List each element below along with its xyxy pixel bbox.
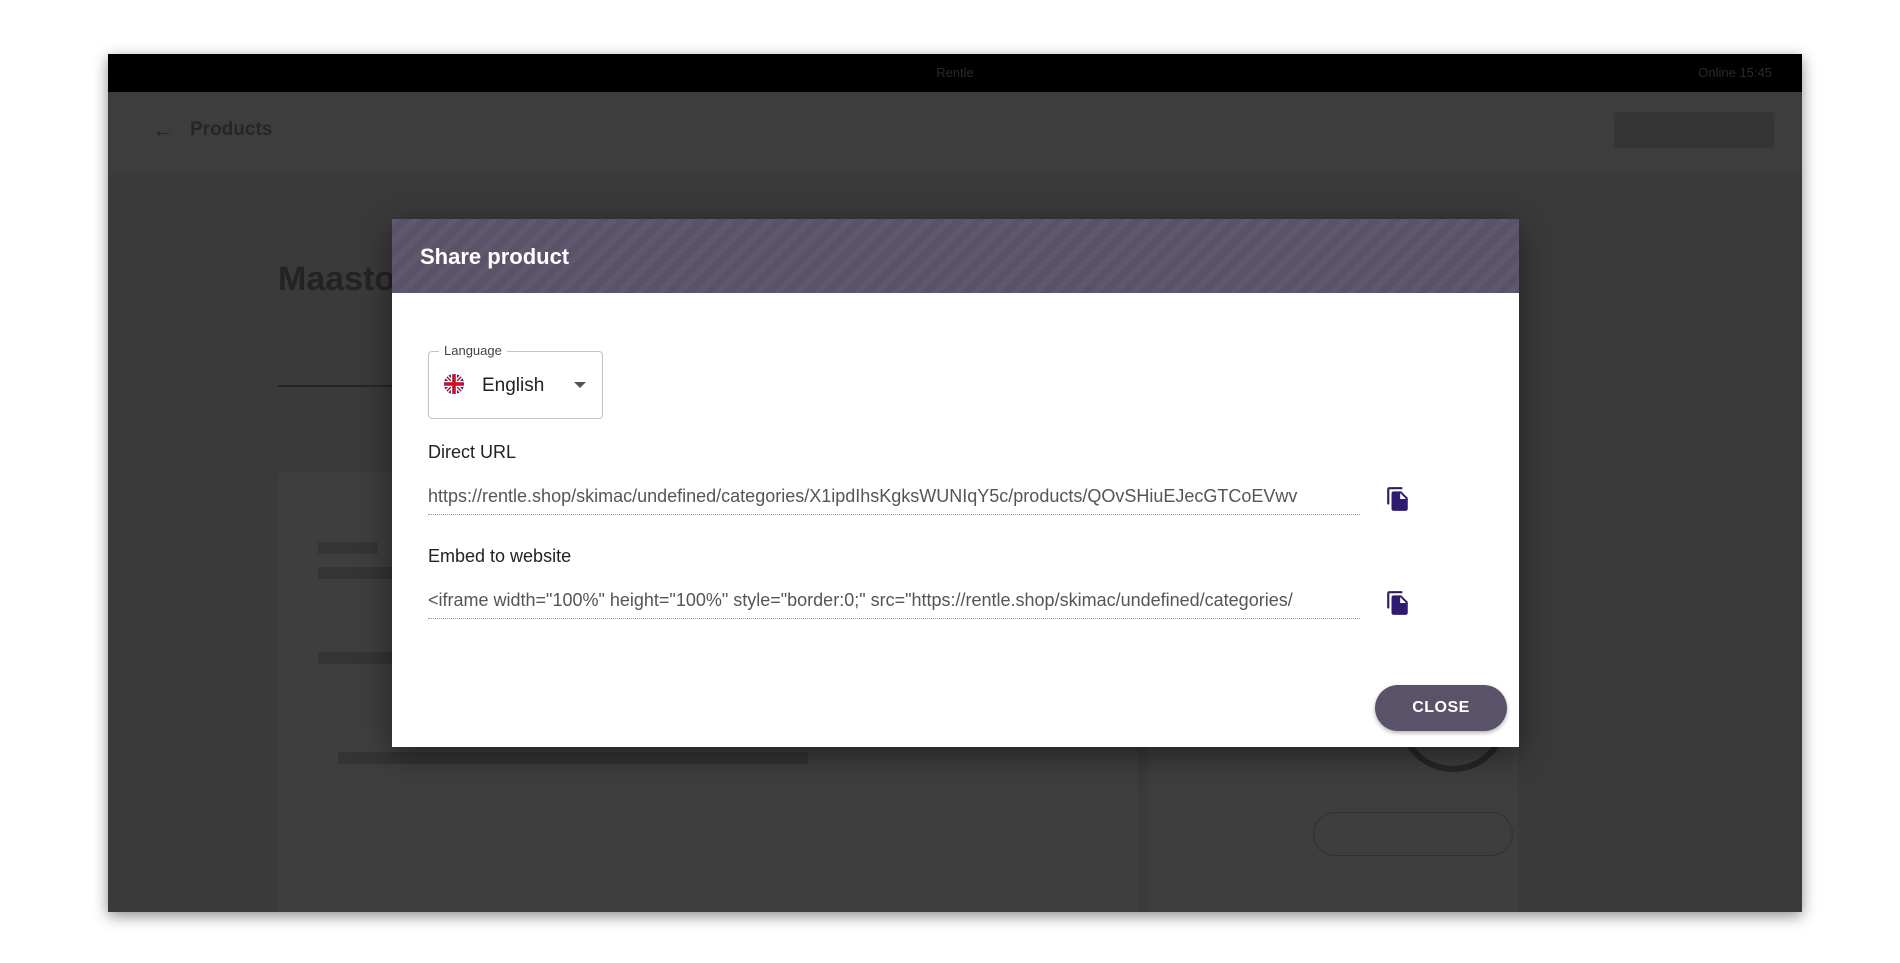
- language-value: English: [482, 375, 545, 396]
- embed-code-field[interactable]: [428, 583, 1360, 619]
- chevron-down-icon: [574, 382, 586, 388]
- back-arrow-icon[interactable]: ←: [152, 119, 174, 141]
- embed-label: Embed to website: [428, 546, 572, 566]
- copy-direct-url-button[interactable]: [1385, 485, 1411, 513]
- direct-url-label: Direct URL: [428, 442, 517, 462]
- language-select[interactable]: Language English: [428, 343, 603, 419]
- copy-icon: [1387, 591, 1408, 615]
- top-bar-status: Online 15:45: [1698, 65, 1772, 80]
- dialog-header: Share product: [392, 219, 1519, 293]
- copy-embed-code-button[interactable]: [1385, 589, 1411, 617]
- top-bar: Rentle Online 15:45: [108, 54, 1802, 92]
- close-button[interactable]: CLOSE: [1375, 685, 1507, 731]
- header-title: Products: [190, 119, 273, 140]
- ghost-change-button: [1313, 812, 1513, 856]
- ghost-line: [338, 752, 808, 764]
- share-product-dialog: Share product Language English Direct UR…: [392, 219, 1519, 747]
- app-header: ← Products: [108, 92, 1802, 172]
- copy-icon: [1387, 487, 1408, 511]
- direct-url-field[interactable]: [428, 479, 1360, 515]
- uk-flag-icon: [444, 374, 464, 394]
- language-label: Language: [439, 343, 507, 358]
- top-bar-label: Rentle: [936, 65, 974, 80]
- ghost-line: [318, 542, 378, 554]
- dialog-title: Share product: [420, 244, 570, 269]
- view-online-store-button[interactable]: [1614, 112, 1774, 148]
